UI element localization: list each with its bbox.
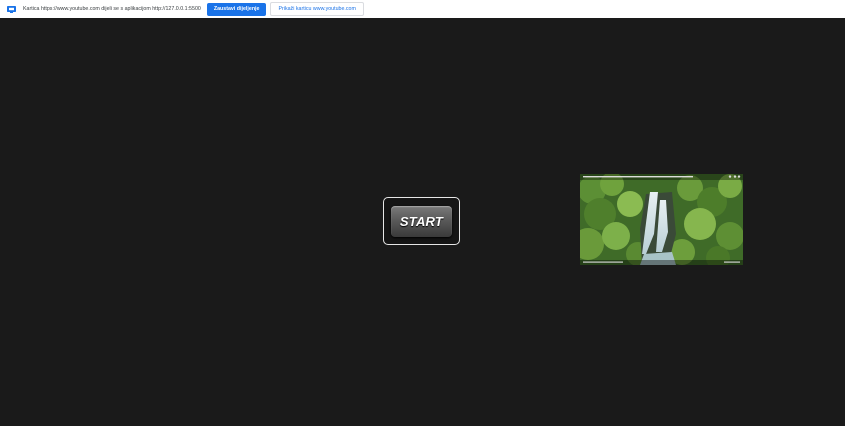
video-thumbnail[interactable] — [580, 174, 743, 265]
sharing-message: Kartica https://www.youtube.com dijeli s… — [23, 6, 201, 12]
waterfall-forest-image — [580, 174, 743, 265]
start-button[interactable]: START — [391, 205, 452, 237]
start-button-frame[interactable]: START — [383, 197, 460, 245]
tab-sharing-bar: Kartica https://www.youtube.com dijeli s… — [0, 0, 845, 18]
show-tab-button[interactable]: Prikaži karticu www.youtube.com — [270, 2, 364, 16]
start-button-label: START — [399, 213, 444, 229]
stop-sharing-button[interactable]: Zaustavi dijeljenje — [206, 2, 267, 16]
shared-content-area: START — [0, 18, 845, 426]
screen-share-icon — [7, 5, 16, 13]
